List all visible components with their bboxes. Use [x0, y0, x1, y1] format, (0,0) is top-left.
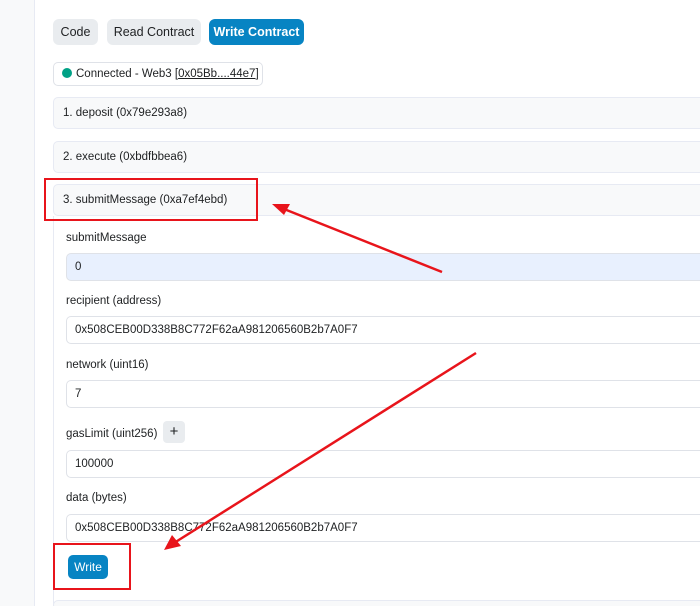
tab-read-contract[interactable]: Read Contract: [107, 19, 201, 45]
data-input[interactable]: 0x508CEB00D338B8C772F62aA981206560B2b7A0…: [66, 514, 700, 542]
function-execute-label: 2. execute (0xbdfbbea6): [63, 151, 188, 163]
function-execute-header[interactable]: 2. execute (0xbdfbbea6): [53, 141, 700, 173]
connected-dot-icon: [62, 68, 72, 78]
gaslimit-input[interactable]: 100000: [66, 450, 700, 478]
gaslimit-label: gasLimit (uint256): [66, 428, 158, 440]
connected-address-link[interactable]: 0x05Bb....44e7: [178, 68, 255, 80]
network-label: network (uint16): [66, 359, 149, 371]
connection-status-text: Connected - Web3 [: [76, 68, 179, 80]
next-function-header[interactable]: [53, 600, 700, 606]
highlight-box-write: [53, 543, 131, 590]
network-input[interactable]: 7: [66, 380, 700, 408]
connection-close-bracket: ]: [255, 68, 259, 80]
recipient-label: recipient (address): [66, 295, 162, 307]
function-deposit-label: 1. deposit (0x79e293a8): [63, 107, 188, 119]
data-label: data (bytes): [66, 492, 127, 504]
tab-code[interactable]: Code: [53, 19, 98, 45]
submitmessage-payable-label: submitMessage: [66, 232, 147, 244]
tab-write-contract[interactable]: Write Contract: [209, 19, 304, 45]
highlight-box-submitmessage: [44, 178, 258, 221]
submitmessage-payable-input[interactable]: 0: [66, 253, 700, 281]
recipient-input[interactable]: 0x508CEB00D338B8C772F62aA981206560B2b7A0…: [66, 316, 700, 344]
function-deposit-header[interactable]: 1. deposit (0x79e293a8): [53, 97, 700, 129]
connection-status: Connected - Web3 [0x05Bb....44e7]: [53, 62, 263, 86]
gaslimit-add-zeros-button[interactable]: +: [163, 421, 185, 443]
